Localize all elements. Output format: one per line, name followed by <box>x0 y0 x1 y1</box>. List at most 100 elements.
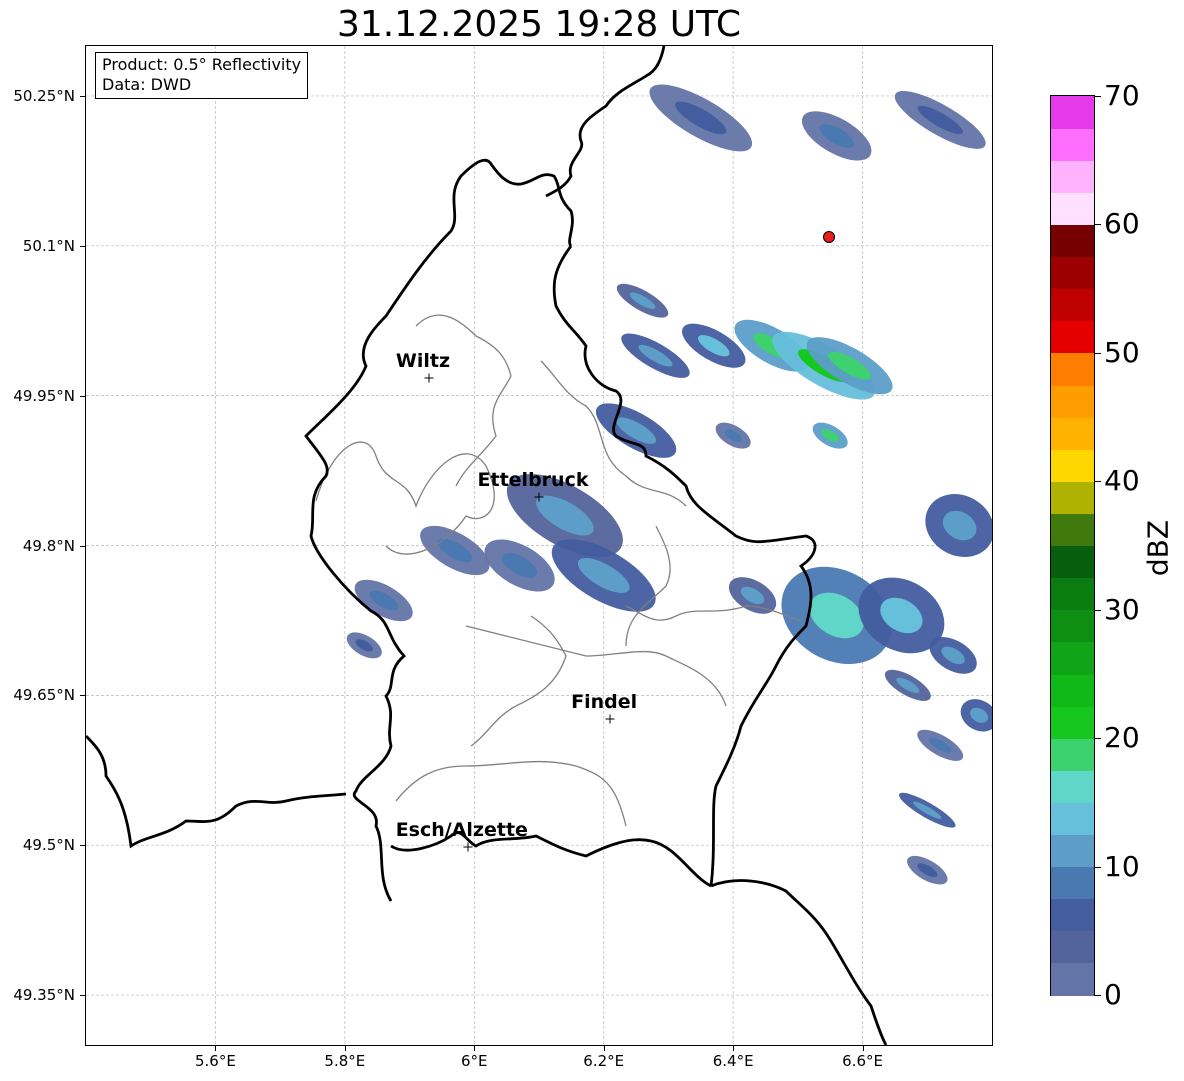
y-tick-3 <box>80 545 85 547</box>
y-tick-label-2: 49.65°N <box>13 686 75 705</box>
colorbar-segment-3 <box>1051 866 1094 900</box>
canton-border-north <box>315 441 495 555</box>
x-tick-label-2: 6°E <box>461 1052 488 1070</box>
colorbar-segment-16 <box>1051 449 1094 482</box>
echo-cell-19 <box>728 577 777 614</box>
echo-cell-0 <box>649 84 753 152</box>
colorbar-tick-5 <box>1095 352 1101 354</box>
y-tick-1 <box>80 845 85 847</box>
colorbar-tick-label-7: 70 <box>1104 79 1140 112</box>
colorbar-tick-7 <box>1095 96 1101 97</box>
colorbar-segment-7 <box>1051 738 1094 771</box>
colorbar-tick-2 <box>1095 738 1101 740</box>
y-tick-6 <box>80 95 85 97</box>
border-germany-southeast <box>710 879 888 1045</box>
info-box: Product: 0.5° Reflectivity Data: DWD <box>95 52 309 99</box>
colorbar-segment-1 <box>1051 930 1094 964</box>
colorbar-tick-label-2: 20 <box>1104 721 1140 755</box>
colorbar <box>1050 95 1095 996</box>
x-tick-3 <box>603 1046 605 1051</box>
echo-cell-26 <box>899 792 956 828</box>
data-source-label: Data: DWD <box>102 75 192 94</box>
x-tick-4 <box>733 1046 735 1051</box>
colorbar-tick-label-3: 30 <box>1104 592 1140 626</box>
city-label-0: Wiltz <box>395 349 451 372</box>
grid-lines <box>86 46 992 1045</box>
y-tick-label-6: 50.25°N <box>13 86 75 105</box>
colorbar-segment-6 <box>1051 770 1094 803</box>
echo-cell-18 <box>346 632 382 659</box>
colorbar-tick-4 <box>1095 481 1101 483</box>
y-tick-label-5: 50.1°N <box>22 236 75 255</box>
map-title: 31.12.2025 19:28 UTC <box>336 4 742 45</box>
map-canvas <box>86 46 992 1045</box>
city-marker-2 <box>605 714 615 724</box>
colorbar-tick-label-0: 0 <box>1104 978 1122 1011</box>
colorbar-segment-4 <box>1051 834 1094 868</box>
radar-map[interactable]: Product: 0.5° Reflectivity Data: DWD Wil… <box>85 45 993 1046</box>
y-tick-label-4: 49.95°N <box>13 386 75 405</box>
colorbar-segment-21 <box>1051 288 1094 322</box>
colorbar-segment-27 <box>1051 96 1094 129</box>
city-label-1: Ettelbruck <box>477 468 589 491</box>
colorbar-segment-5 <box>1051 802 1094 836</box>
colorbar-segment-24 <box>1051 192 1094 226</box>
echo-cell-27 <box>907 855 948 885</box>
canton-border-south <box>395 760 627 827</box>
radar-echoes <box>346 84 992 885</box>
city-marker-0 <box>424 373 434 383</box>
x-tick-0 <box>215 1046 217 1051</box>
colorbar-segment-0 <box>1051 962 1094 996</box>
y-tick-label-0: 49.35°N <box>13 986 75 1005</box>
y-tick-0 <box>80 995 85 997</box>
x-tick-label-3: 6.2°E <box>583 1052 625 1070</box>
colorbar-tick-1 <box>1095 866 1101 868</box>
colorbar-tick-6 <box>1095 224 1101 226</box>
echo-cell-24 <box>917 729 964 761</box>
colorbar-segment-10 <box>1051 641 1094 675</box>
y-tick-4 <box>80 395 85 397</box>
colorbar-segment-23 <box>1051 224 1094 258</box>
echo-cell-3 <box>616 283 669 318</box>
echo-cell-2 <box>894 90 986 149</box>
colorbar-segment-9 <box>1051 673 1094 707</box>
product-label: Product: 0.5° Reflectivity <box>102 55 302 74</box>
x-tick-5 <box>862 1046 864 1051</box>
colorbar-tick-label-4: 40 <box>1104 464 1140 498</box>
echo-cell-23 <box>884 669 931 701</box>
colorbar-segment-19 <box>1051 352 1094 386</box>
colorbar-segment-17 <box>1051 417 1094 450</box>
y-tick-label-3: 49.8°N <box>22 536 75 555</box>
echo-cell-12 <box>925 494 992 557</box>
colorbar-segment-12 <box>1051 577 1094 611</box>
colorbar-segment-8 <box>1051 706 1094 739</box>
colorbar-segment-25 <box>1051 160 1094 193</box>
echo-cell-11 <box>812 422 848 449</box>
echo-cell-1 <box>801 111 872 161</box>
x-tick-label-5: 6.6°E <box>842 1052 883 1070</box>
colorbar-tick-3 <box>1095 609 1101 611</box>
border-germany-north <box>545 46 666 198</box>
city-label-2: Findel <box>571 691 638 714</box>
x-tick-2 <box>474 1046 476 1051</box>
colorbar-segment-11 <box>1051 609 1094 643</box>
canton-border-southwest <box>470 615 567 747</box>
colorbar-tick-label-1: 10 <box>1104 849 1140 883</box>
border-france-west <box>86 735 347 849</box>
y-tick-5 <box>80 245 85 247</box>
x-tick-label-0: 5.6°E <box>195 1052 236 1070</box>
colorbar-segment-13 <box>1051 545 1094 579</box>
x-tick-label-1: 5.8°E <box>324 1052 366 1070</box>
colorbar-tick-label-5: 50 <box>1104 335 1140 369</box>
x-tick-1 <box>344 1046 346 1051</box>
colorbar-segment-2 <box>1051 898 1094 932</box>
y-tick-label-1: 49.5°N <box>22 836 75 855</box>
echo-cell-9 <box>595 403 677 458</box>
radar-site-marker <box>822 230 835 243</box>
colorbar-tick-label-6: 60 <box>1104 207 1140 241</box>
colorbar-segment-14 <box>1051 513 1094 547</box>
city-label-3: Esch/Alzette <box>395 819 528 842</box>
colorbar-segment-18 <box>1051 384 1094 418</box>
city-marker-1 <box>534 492 544 502</box>
colorbar-segment-15 <box>1051 481 1094 514</box>
